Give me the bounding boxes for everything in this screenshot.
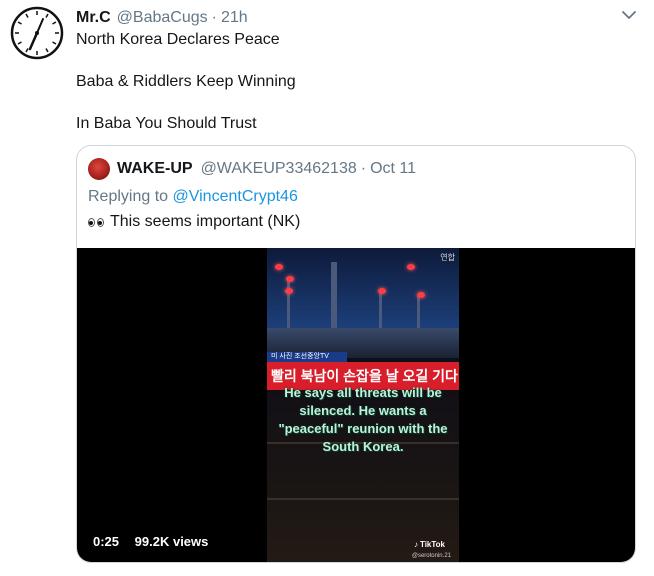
view-count: 99.2K views xyxy=(134,534,209,549)
tiktok-watermark: ♪ TikTok xyxy=(414,540,445,549)
avatar[interactable] xyxy=(10,6,64,60)
corner-tag: 연합 xyxy=(440,253,455,262)
tweet[interactable]: Mr.C @BabaCugs · 21h North Korea Declare… xyxy=(0,0,654,576)
quoted-avatar xyxy=(88,158,110,180)
chevron-down-icon[interactable] xyxy=(622,10,636,20)
tweet-header: Mr.C @BabaCugs · 21h xyxy=(76,7,248,29)
handle[interactable]: @BabaCugs xyxy=(117,9,208,27)
display-name[interactable]: Mr.C xyxy=(76,9,111,27)
clock-icon xyxy=(10,6,64,60)
eyes-emoji-icon xyxy=(88,217,104,227)
quoted-display-name: WAKE-UP xyxy=(117,160,193,177)
tweet-text-line: North Korea Declares Peace xyxy=(76,31,280,48)
separator: · xyxy=(211,9,217,26)
video-frame: 미 사진 조선중앙TV 빨리 북남이 손잡을 날 오길 기다 He says a… xyxy=(267,248,459,562)
tweet-text-line: Baba & Riddlers Keep Winning xyxy=(76,73,296,90)
replying-to: Replying to @VincentCrypt46 xyxy=(88,188,298,206)
tiktok-label: TikTok xyxy=(419,540,445,549)
quoted-text-content: This seems important (NK) xyxy=(110,213,301,230)
video-player[interactable]: 미 사진 조선중앙TV 빨리 북남이 손잡을 날 오길 기다 He says a… xyxy=(77,248,635,562)
timestamp[interactable]: 21h xyxy=(221,9,248,27)
video-caption: He says all threats will be silenced. He… xyxy=(278,385,448,454)
quoted-date: Oct 11 xyxy=(370,160,417,177)
quoted-tweet[interactable]: WAKE-UP @WAKEUP33462138 · Oct 11 Replyin… xyxy=(76,145,636,563)
news-label: 미 사진 조선중앙TV xyxy=(267,352,347,362)
replying-prefix: Replying to xyxy=(88,188,169,205)
video-duration: 0:25 xyxy=(93,534,120,549)
tweet-text-line: In Baba You Should Trust xyxy=(76,115,257,132)
video-sky xyxy=(267,248,459,328)
quoted-header: WAKE-UP @WAKEUP33462138 · Oct 11 xyxy=(88,157,416,181)
replying-to-link[interactable]: @VincentCrypt46 xyxy=(173,188,298,205)
tiktok-user: @serotonin.21 xyxy=(411,553,451,559)
quoted-text: This seems important (NK) xyxy=(88,213,300,231)
video-overlay: 0:25 99.2K views xyxy=(93,534,208,549)
quoted-handle: @WAKEUP33462138 xyxy=(200,160,357,177)
separator: · xyxy=(360,160,367,177)
tiktok-icon: ♪ xyxy=(413,540,418,549)
